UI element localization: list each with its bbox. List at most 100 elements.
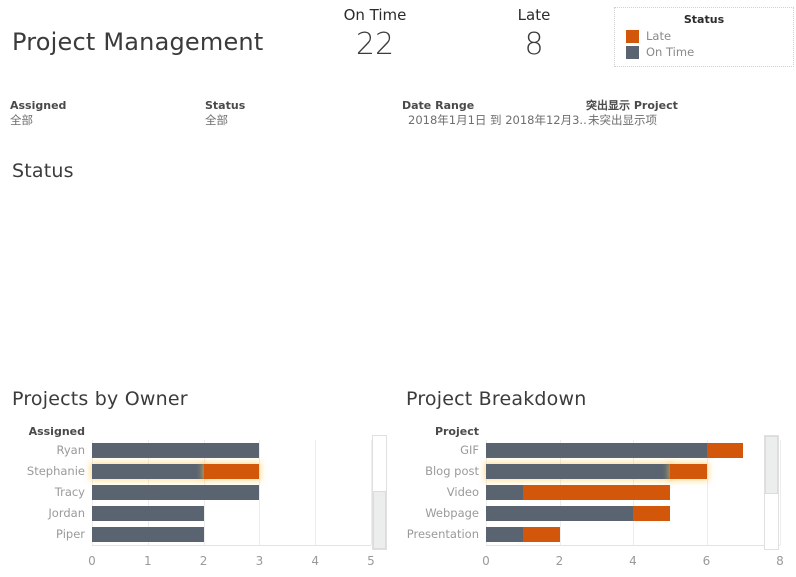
scrollbar-thumb[interactable]	[373, 491, 386, 549]
status-legend[interactable]: Status Late On Time	[614, 7, 794, 67]
row-label[interactable]: Webpage	[396, 503, 486, 523]
kpi-late-value: 8	[524, 27, 544, 62]
stacked-bar[interactable]	[92, 506, 204, 521]
row-label[interactable]: Ryan	[0, 440, 92, 460]
plot-baseline	[486, 545, 780, 546]
bar-segment-on-time[interactable]	[486, 527, 523, 542]
axis-tick-label: 1	[143, 554, 152, 568]
table-row[interactable]: Jordan	[0, 503, 371, 523]
bar-segment-late[interactable]	[522, 527, 560, 542]
bar-segment-late[interactable]	[203, 464, 260, 479]
bar-track	[92, 482, 371, 502]
axis-tick-label: 2	[199, 554, 208, 568]
status-panel-body	[12, 190, 784, 370]
table-row[interactable]: Ryan	[0, 440, 371, 460]
row-label[interactable]: Jordan	[0, 503, 92, 523]
legend-label-on-time: On Time	[646, 45, 695, 59]
kpi-on-time: On Time 22	[312, 5, 438, 65]
row-label[interactable]: Stephanie	[0, 461, 92, 481]
kpi-late: Late 8	[476, 5, 592, 65]
bar-track	[486, 524, 780, 544]
projects-by-owner-vertical-scrollbar[interactable]	[372, 435, 387, 550]
filter-date-range[interactable]: Date Range 2018年1月1日 到 2018年12月3..	[402, 98, 587, 128]
bar-segment-on-time[interactable]	[486, 506, 633, 521]
bar-segment-on-time[interactable]	[486, 464, 670, 479]
filter-date-range-value[interactable]: 2018年1月1日 到 2018年12月3..	[402, 113, 587, 128]
project-breakdown-rows: GIF Blog post Video Webpage Presentation	[396, 440, 780, 545]
row-label[interactable]: Blog post	[396, 461, 486, 481]
row-label[interactable]: GIF	[396, 440, 486, 460]
bar-track	[486, 503, 780, 523]
row-label[interactable]: Tracy	[0, 482, 92, 502]
stacked-bar[interactable]	[486, 485, 670, 500]
bar-segment-on-time[interactable]	[92, 464, 204, 479]
filter-status-value[interactable]: 全部	[205, 113, 245, 128]
filter-assigned-value[interactable]: 全部	[10, 113, 66, 128]
row-label[interactable]: Piper	[0, 524, 92, 544]
bar-track	[486, 461, 780, 481]
legend-title: Status	[683, 13, 725, 26]
gridline	[780, 440, 781, 545]
project-breakdown-axis-caption: Project	[434, 425, 479, 438]
filter-highlight-project[interactable]: 突出显示 Project 未突出显示项	[586, 98, 678, 128]
page-title: Project Management	[12, 28, 264, 56]
row-label[interactable]: Video	[396, 482, 486, 502]
kpi-on-time-label: On Time	[343, 6, 407, 24]
bar-segment-late[interactable]	[669, 464, 707, 479]
table-row[interactable]: Piper	[0, 524, 371, 544]
stacked-bar[interactable]	[92, 485, 260, 500]
stacked-bar[interactable]	[486, 527, 560, 542]
bar-segment-late[interactable]	[633, 506, 670, 521]
bar-segment-on-time[interactable]	[486, 443, 707, 458]
bar-segment-on-time[interactable]	[92, 527, 204, 542]
chart-project-breakdown[interactable]: Project GIF Blog post Video Webpage Presentat…	[396, 425, 796, 570]
row-label[interactable]: Presentation	[396, 524, 486, 544]
bar-track	[92, 461, 371, 481]
project-breakdown-x-axis: 0 2 4 6 8	[396, 553, 796, 571]
projects-by-owner-x-axis: 0 1 2 3 4 5	[0, 553, 391, 571]
table-row[interactable]: Video	[396, 482, 780, 502]
axis-tick-label: 0	[482, 554, 490, 568]
chart-projects-by-owner[interactable]: Assigned Ryan Stephanie Tracy Jordan Piper 0 1 2…	[0, 425, 396, 570]
stacked-bar[interactable]	[486, 506, 670, 521]
bar-segment-on-time[interactable]	[92, 485, 260, 500]
stacked-bar[interactable]	[486, 443, 744, 458]
chart-projects-by-owner-title: Projects by Owner	[12, 388, 188, 410]
bar-track	[486, 482, 780, 502]
table-row[interactable]: Tracy	[0, 482, 371, 502]
axis-tick-label: 2	[555, 554, 564, 568]
stacked-bar[interactable]	[486, 464, 707, 479]
filter-date-range-label: Date Range	[402, 99, 475, 112]
bar-segment-on-time[interactable]	[92, 506, 204, 521]
table-row[interactable]: GIF	[396, 440, 780, 460]
bar-track	[92, 503, 371, 523]
chart-project-breakdown-title: Project Breakdown	[406, 388, 587, 410]
bar-segment-on-time[interactable]	[92, 443, 260, 458]
filter-highlight-project-value[interactable]: 未突出显示项	[586, 113, 678, 128]
axis-tick-label: 8	[776, 554, 784, 568]
table-row[interactable]: Webpage	[396, 503, 780, 523]
table-row[interactable]: Stephanie	[0, 461, 371, 481]
stacked-bar[interactable]	[92, 443, 260, 458]
axis-tick-label: 5	[367, 554, 375, 568]
table-row[interactable]: Blog post	[396, 461, 780, 481]
axis-tick-label: 4	[629, 554, 637, 568]
bar-segment-late[interactable]	[522, 485, 670, 500]
table-row[interactable]: Presentation	[396, 524, 780, 544]
project-breakdown-vertical-scrollbar[interactable]	[764, 435, 779, 550]
stacked-bar[interactable]	[92, 464, 260, 479]
filter-status-label: Status	[205, 99, 246, 112]
legend-item-late[interactable]: Late	[621, 29, 787, 43]
axis-tick-label: 6	[702, 554, 711, 568]
projects-by-owner-axis-caption: Assigned	[28, 425, 85, 438]
bar-segment-late[interactable]	[706, 443, 744, 458]
filter-assigned[interactable]: Assigned 全部	[10, 98, 66, 128]
legend-label-late: Late	[646, 29, 672, 43]
filter-status[interactable]: Status 全部	[205, 98, 245, 128]
scrollbar-thumb[interactable]	[765, 436, 778, 494]
bar-segment-on-time[interactable]	[486, 485, 523, 500]
kpi-on-time-value: 22	[355, 27, 395, 62]
legend-item-on-time[interactable]: On Time	[621, 45, 787, 59]
bar-track	[92, 440, 371, 460]
stacked-bar[interactable]	[92, 527, 204, 542]
